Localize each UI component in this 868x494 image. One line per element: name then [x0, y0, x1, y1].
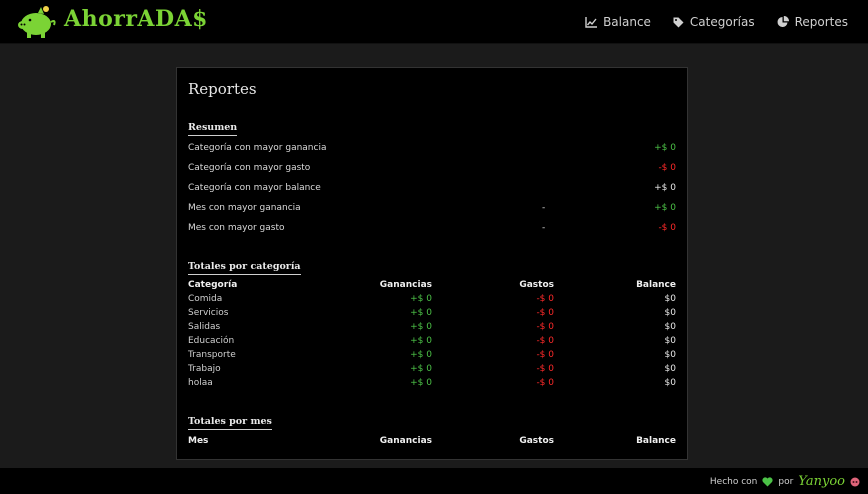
column-header: Categoría: [188, 280, 238, 290]
balance-value: $0: [664, 294, 676, 304]
expense-value: -$ 0: [536, 364, 554, 374]
column-header: Balance: [636, 436, 676, 446]
summary-value: +$ 0: [654, 143, 676, 153]
expense-value: -$ 0: [536, 378, 554, 388]
balance-value: $0: [664, 336, 676, 346]
summary-row: Categoría con mayor gasto -$ 0: [188, 163, 676, 177]
expense-value: -$ 0: [536, 336, 554, 346]
nav-item-reportes[interactable]: Reportes: [777, 15, 848, 29]
nav-item-balance[interactable]: Balance: [585, 15, 651, 29]
summary-value: +$ 0: [654, 183, 676, 193]
column-header: Gastos: [519, 280, 554, 290]
balance-value: $0: [664, 322, 676, 332]
category-totals-title: Totales por categoría: [188, 261, 301, 275]
nav-item-label: Categorías: [689, 15, 755, 29]
summary-title: Resumen: [188, 122, 238, 136]
category-name: Comida: [188, 294, 223, 304]
brand-name[interactable]: AhorrADA$: [64, 6, 208, 32]
summary-value: +$ 0: [654, 203, 676, 213]
summary-middle: -: [542, 223, 546, 233]
summary-row: Mes con mayor gasto - -$ 0: [188, 223, 676, 237]
summary-value: -$ 0: [658, 163, 676, 173]
category-name: Salidas: [188, 322, 221, 332]
tag-icon: [673, 17, 684, 27]
category-name: Servicios: [188, 308, 229, 318]
reports-panel: Reportes Resumen Categoría con mayor gan…: [176, 67, 688, 460]
summary-label: Categoría con mayor ganancia: [188, 143, 327, 153]
expense-value: -$ 0: [536, 350, 554, 360]
summary-row: Mes con mayor ganancia - +$ 0: [188, 203, 676, 217]
footer-credits: Hecho con por Yanyoo: [710, 474, 860, 489]
piggy-bank-icon[interactable]: [16, 5, 58, 39]
month-totals-title: Totales por mes: [188, 416, 272, 430]
category-name: Trabajo: [188, 364, 221, 374]
balance-value: $0: [664, 350, 676, 360]
heart-icon: [762, 476, 773, 486]
summary-label: Mes con mayor ganancia: [188, 203, 301, 213]
income-value: +$ 0: [410, 294, 432, 304]
expense-value: -$ 0: [536, 308, 554, 318]
balance-value: $0: [664, 364, 676, 374]
made-with-text: Hecho con: [709, 476, 758, 487]
income-value: +$ 0: [410, 378, 432, 388]
column-header: Balance: [636, 280, 676, 290]
summary-label: Categoría con mayor balance: [188, 183, 321, 193]
summary-label: Mes con mayor gasto: [188, 223, 285, 233]
income-value: +$ 0: [410, 308, 432, 318]
category-name: Transporte: [188, 350, 236, 360]
balance-value: $0: [664, 378, 676, 388]
nav-item-label: Reportes: [794, 15, 848, 29]
summary-value: -$ 0: [658, 223, 676, 233]
footer: Hecho con por Yanyoo: [0, 468, 868, 494]
navbar: AhorrADA$ Balance Categorías Reportes: [0, 0, 868, 44]
income-value: +$ 0: [410, 336, 432, 346]
income-value: +$ 0: [410, 350, 432, 360]
category-name: holaa: [188, 378, 213, 388]
page-title: Reportes: [188, 80, 257, 98]
column-header: Ganancias: [379, 436, 432, 446]
author-link[interactable]: Yanyoo: [798, 474, 845, 489]
nav-menu: Balance Categorías Reportes: [585, 0, 848, 44]
column-header: Ganancias: [379, 280, 432, 290]
balance-value: $0: [664, 308, 676, 318]
expense-value: -$ 0: [536, 322, 554, 332]
summary-row: Categoría con mayor ganancia +$ 0: [188, 143, 676, 157]
summary-label: Categoría con mayor gasto: [188, 163, 311, 173]
income-value: +$ 0: [410, 364, 432, 374]
pie-chart-icon: [777, 16, 789, 27]
expense-value: -$ 0: [536, 294, 554, 304]
nav-item-label: Balance: [603, 15, 651, 29]
chart-line-icon: [585, 16, 598, 28]
summary-middle: -: [542, 203, 546, 213]
income-value: +$ 0: [410, 322, 432, 332]
by-text: por: [778, 476, 794, 487]
nav-item-categorias[interactable]: Categorías: [673, 15, 755, 29]
summary-row: Categoría con mayor balance +$ 0: [188, 183, 676, 197]
column-header: Mes: [188, 436, 209, 446]
column-header: Gastos: [519, 436, 554, 446]
category-name: Educación: [188, 336, 235, 346]
pig-nose-icon: [850, 477, 860, 486]
